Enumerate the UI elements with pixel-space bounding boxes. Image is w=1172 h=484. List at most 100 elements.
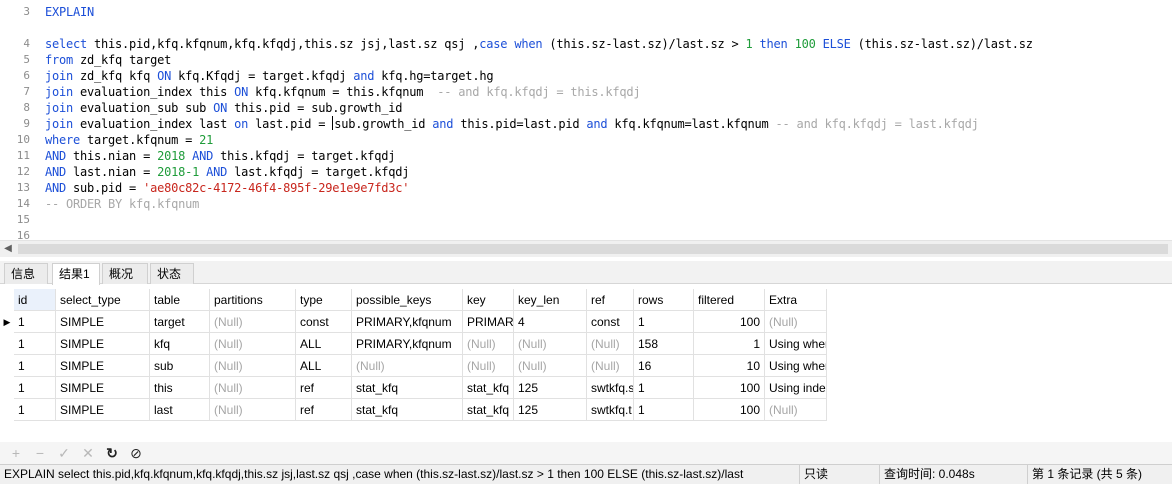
column-header-table[interactable]: table xyxy=(150,289,210,311)
grid-cell-filtered[interactable]: 1 xyxy=(694,333,765,355)
code-line[interactable]: 16 xyxy=(0,228,1172,240)
discard-changes-icon[interactable]: ✕ xyxy=(80,445,96,461)
add-record-icon[interactable]: + xyxy=(8,445,24,461)
column-header-id[interactable]: id xyxy=(14,289,56,311)
code-line[interactable]: 14 -- ORDER BY kfq.kfqnum xyxy=(0,196,1172,212)
code-line[interactable]: 11 AND this.nian = 2018 AND this.kfqdj = … xyxy=(0,148,1172,164)
column-header-ref[interactable]: ref xyxy=(587,289,634,311)
grid-cell-ref[interactable]: swtkfq.s xyxy=(587,377,634,399)
tab-status[interactable]: 状态 xyxy=(150,263,194,284)
grid-cell-filtered[interactable]: 100 xyxy=(694,399,765,421)
refresh-icon[interactable]: ↻ xyxy=(104,445,120,461)
tab-profile[interactable]: 概况 xyxy=(102,263,148,284)
code-line[interactable]: 4 select this.pid,kfq.kfqnum,kfq.kfqdj,th… xyxy=(0,36,1172,52)
stop-icon[interactable]: ⊘ xyxy=(128,445,144,461)
grid-cell-ref[interactable]: swtkfq.t xyxy=(587,399,634,421)
grid-cell-select-type[interactable]: SIMPLE xyxy=(56,355,150,377)
grid-cell-type[interactable]: const xyxy=(296,311,352,333)
grid-cell-partitions[interactable]: (Null) xyxy=(210,377,296,399)
grid-cell-select-type[interactable]: SIMPLE xyxy=(56,333,150,355)
column-header-select-type[interactable]: select_type xyxy=(56,289,150,311)
tab-info[interactable]: 信息 xyxy=(4,263,48,284)
grid-cell-type[interactable]: ALL xyxy=(296,333,352,355)
grid-cell-possible-keys[interactable]: (Null) xyxy=(352,355,463,377)
scroll-left-arrow-icon[interactable]: ◀ xyxy=(2,242,14,256)
code-line[interactable]: 10 where target.kfqnum = 21 xyxy=(0,132,1172,148)
grid-cell-ref[interactable]: (Null) xyxy=(587,333,634,355)
grid-cell-possible-keys[interactable]: PRIMARY,kfqnum xyxy=(352,311,463,333)
grid-cell-id[interactable]: 1 xyxy=(14,355,56,377)
grid-cell-key[interactable]: (Null) xyxy=(463,355,514,377)
grid-cell-id[interactable]: 1 xyxy=(14,399,56,421)
column-header-key-len[interactable]: key_len xyxy=(514,289,587,311)
column-header-type[interactable]: type xyxy=(296,289,352,311)
code-line[interactable]: 6 join zd_kfq kfq ON kfq.Kfqdj = target.k… xyxy=(0,68,1172,84)
grid-cell-extra[interactable]: Using where xyxy=(765,333,827,355)
column-header-rows[interactable]: rows xyxy=(634,289,694,311)
grid-cell-possible-keys[interactable]: stat_kfq xyxy=(352,377,463,399)
sql-editor[interactable]: 3 EXPLAIN 4 select this.pid,kfq.kfqnum,kfq.… xyxy=(0,0,1172,240)
grid-cell-rows[interactable]: 1 xyxy=(634,377,694,399)
grid-cell-table[interactable]: kfq xyxy=(150,333,210,355)
grid-cell-type[interactable]: ref xyxy=(296,399,352,421)
grid-cell-key[interactable]: stat_kfq xyxy=(463,377,514,399)
tab-result1[interactable]: 结果1 xyxy=(52,263,100,285)
column-header-key[interactable]: key xyxy=(463,289,514,311)
column-header-filtered[interactable]: filtered xyxy=(694,289,765,311)
code-line[interactable] xyxy=(0,20,1172,36)
delete-record-icon[interactable]: − xyxy=(32,445,48,461)
grid-cell-filtered[interactable]: 100 xyxy=(694,377,765,399)
column-header-possible-keys[interactable]: possible_keys xyxy=(352,289,463,311)
result-grid[interactable]: id select_type table partitions type possible… xyxy=(0,285,1172,443)
grid-cell-partitions[interactable]: (Null) xyxy=(210,399,296,421)
code-line[interactable]: 3 EXPLAIN xyxy=(0,4,1172,20)
grid-cell-rows[interactable]: 1 xyxy=(634,399,694,421)
grid-cell-ref[interactable]: (Null) xyxy=(587,355,634,377)
column-header-extra[interactable]: Extra xyxy=(765,289,827,311)
grid-cell-possible-keys[interactable]: stat_kfq xyxy=(352,399,463,421)
grid-cell-partitions[interactable]: (Null) xyxy=(210,355,296,377)
code-line[interactable]: 13 AND sub.pid = 'ae80c82c-4172-46f4-895f… xyxy=(0,180,1172,196)
scrollbar-thumb[interactable] xyxy=(18,244,1168,254)
grid-cell-id[interactable]: 1 xyxy=(14,311,56,333)
grid-cell-type[interactable]: ref xyxy=(296,377,352,399)
column-header-partitions[interactable]: partitions xyxy=(210,289,296,311)
grid-cell-table[interactable]: target xyxy=(150,311,210,333)
grid-cell-key[interactable]: stat_kfq xyxy=(463,399,514,421)
code-line[interactable]: 7 join evaluation_index this ON kfq.kfqnu… xyxy=(0,84,1172,100)
grid-cell-table[interactable]: this xyxy=(150,377,210,399)
grid-cell-key-len[interactable]: (Null) xyxy=(514,333,587,355)
grid-cell-select-type[interactable]: SIMPLE xyxy=(56,311,150,333)
grid-cell-filtered[interactable]: 100 xyxy=(694,311,765,333)
grid-cell-filtered[interactable]: 10 xyxy=(694,355,765,377)
grid-cell-id[interactable]: 1 xyxy=(14,377,56,399)
code-line[interactable]: 9 join evaluation_index last on last.pid … xyxy=(0,116,1172,132)
grid-cell-table[interactable]: last xyxy=(150,399,210,421)
grid-cell-ref[interactable]: const xyxy=(587,311,634,333)
grid-cell-id[interactable]: 1 xyxy=(14,333,56,355)
grid-cell-rows[interactable]: 16 xyxy=(634,355,694,377)
grid-cell-extra[interactable]: (Null) xyxy=(765,399,827,421)
grid-cell-rows[interactable]: 1 xyxy=(634,311,694,333)
code-line[interactable]: 8 join evaluation_sub sub ON this.pid = s… xyxy=(0,100,1172,116)
grid-cell-key-len[interactable]: 4 xyxy=(514,311,587,333)
grid-cell-partitions[interactable]: (Null) xyxy=(210,311,296,333)
grid-cell-key-len[interactable]: 125 xyxy=(514,399,587,421)
grid-cell-select-type[interactable]: SIMPLE xyxy=(56,377,150,399)
grid-cell-key[interactable]: (Null) xyxy=(463,333,514,355)
code-line[interactable]: 5 from zd_kfq target xyxy=(0,52,1172,68)
grid-cell-key[interactable]: PRIMARY xyxy=(463,311,514,333)
code-line[interactable]: 12 AND last.nian = 2018-1 AND last.kfqdj … xyxy=(0,164,1172,180)
code-line[interactable]: 15 xyxy=(0,212,1172,228)
grid-cell-extra[interactable]: Using where xyxy=(765,355,827,377)
grid-cell-extra[interactable]: (Null) xyxy=(765,311,827,333)
grid-cell-rows[interactable]: 158 xyxy=(634,333,694,355)
grid-cell-select-type[interactable]: SIMPLE xyxy=(56,399,150,421)
grid-cell-key-len[interactable]: (Null) xyxy=(514,355,587,377)
grid-cell-extra[interactable]: Using index xyxy=(765,377,827,399)
grid-cell-key-len[interactable]: 125 xyxy=(514,377,587,399)
grid-cell-type[interactable]: ALL xyxy=(296,355,352,377)
editor-horizontal-scrollbar[interactable]: ◀ xyxy=(0,240,1172,257)
grid-cell-possible-keys[interactable]: PRIMARY,kfqnum xyxy=(352,333,463,355)
grid-cell-table[interactable]: sub xyxy=(150,355,210,377)
